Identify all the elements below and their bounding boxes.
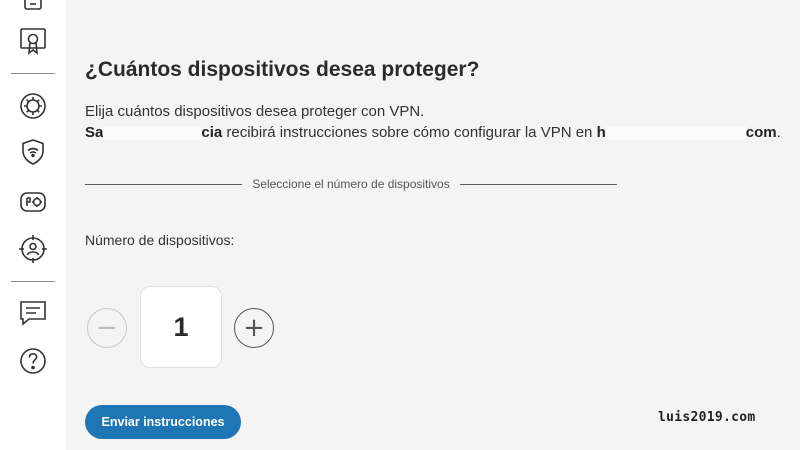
section-label: Seleccione el número de dispositivos [252,177,450,191]
description: Elija cuántos dispositivos desea protege… [85,101,781,143]
target-icon[interactable] [17,233,49,265]
chip-icon[interactable] [17,186,49,218]
device-icon[interactable] [17,0,49,18]
divider-line-right [459,183,618,185]
section-divider: Seleccione el número de dispositivos [85,175,618,193]
recipient-name-end: cia [201,124,223,141]
certificate-icon[interactable] [17,25,49,57]
email-start: h [596,124,606,141]
help-icon[interactable] [17,345,49,377]
description-period: . [776,124,781,141]
redacted-text [103,126,202,141]
sidebar-divider [11,73,55,74]
send-instructions-button[interactable]: Enviar instrucciones [85,405,241,439]
wifi-shield-icon[interactable] [17,136,49,168]
watermark: luis2019.com [658,410,756,425]
page-title: ¿Cuántos dispositivos desea proteger? [85,58,480,81]
email-domain: com [745,124,777,141]
virus-icon[interactable] [17,90,49,122]
description-line-1: Elija cuántos dispositivos desea protege… [85,103,425,120]
description-line-2: Sa cia recibirá instrucciones sobre cómo … [85,122,781,143]
description-text: recibirá instrucciones sobre cómo config… [222,124,597,141]
chat-icon[interactable] [17,297,49,329]
devices-label: Número de dispositivos: [85,232,235,248]
redacted-email [605,126,746,141]
recipient-name-start: Sa [85,124,104,141]
increment-button[interactable]: + [234,308,274,348]
main-panel: ¿Cuántos dispositivos desea proteger? El… [66,0,800,450]
device-count-display[interactable]: 1 [140,286,222,368]
sidebar-divider [11,281,55,282]
decrement-button[interactable]: − [87,308,127,348]
divider-line-left [85,183,243,185]
sidebar [0,0,66,450]
